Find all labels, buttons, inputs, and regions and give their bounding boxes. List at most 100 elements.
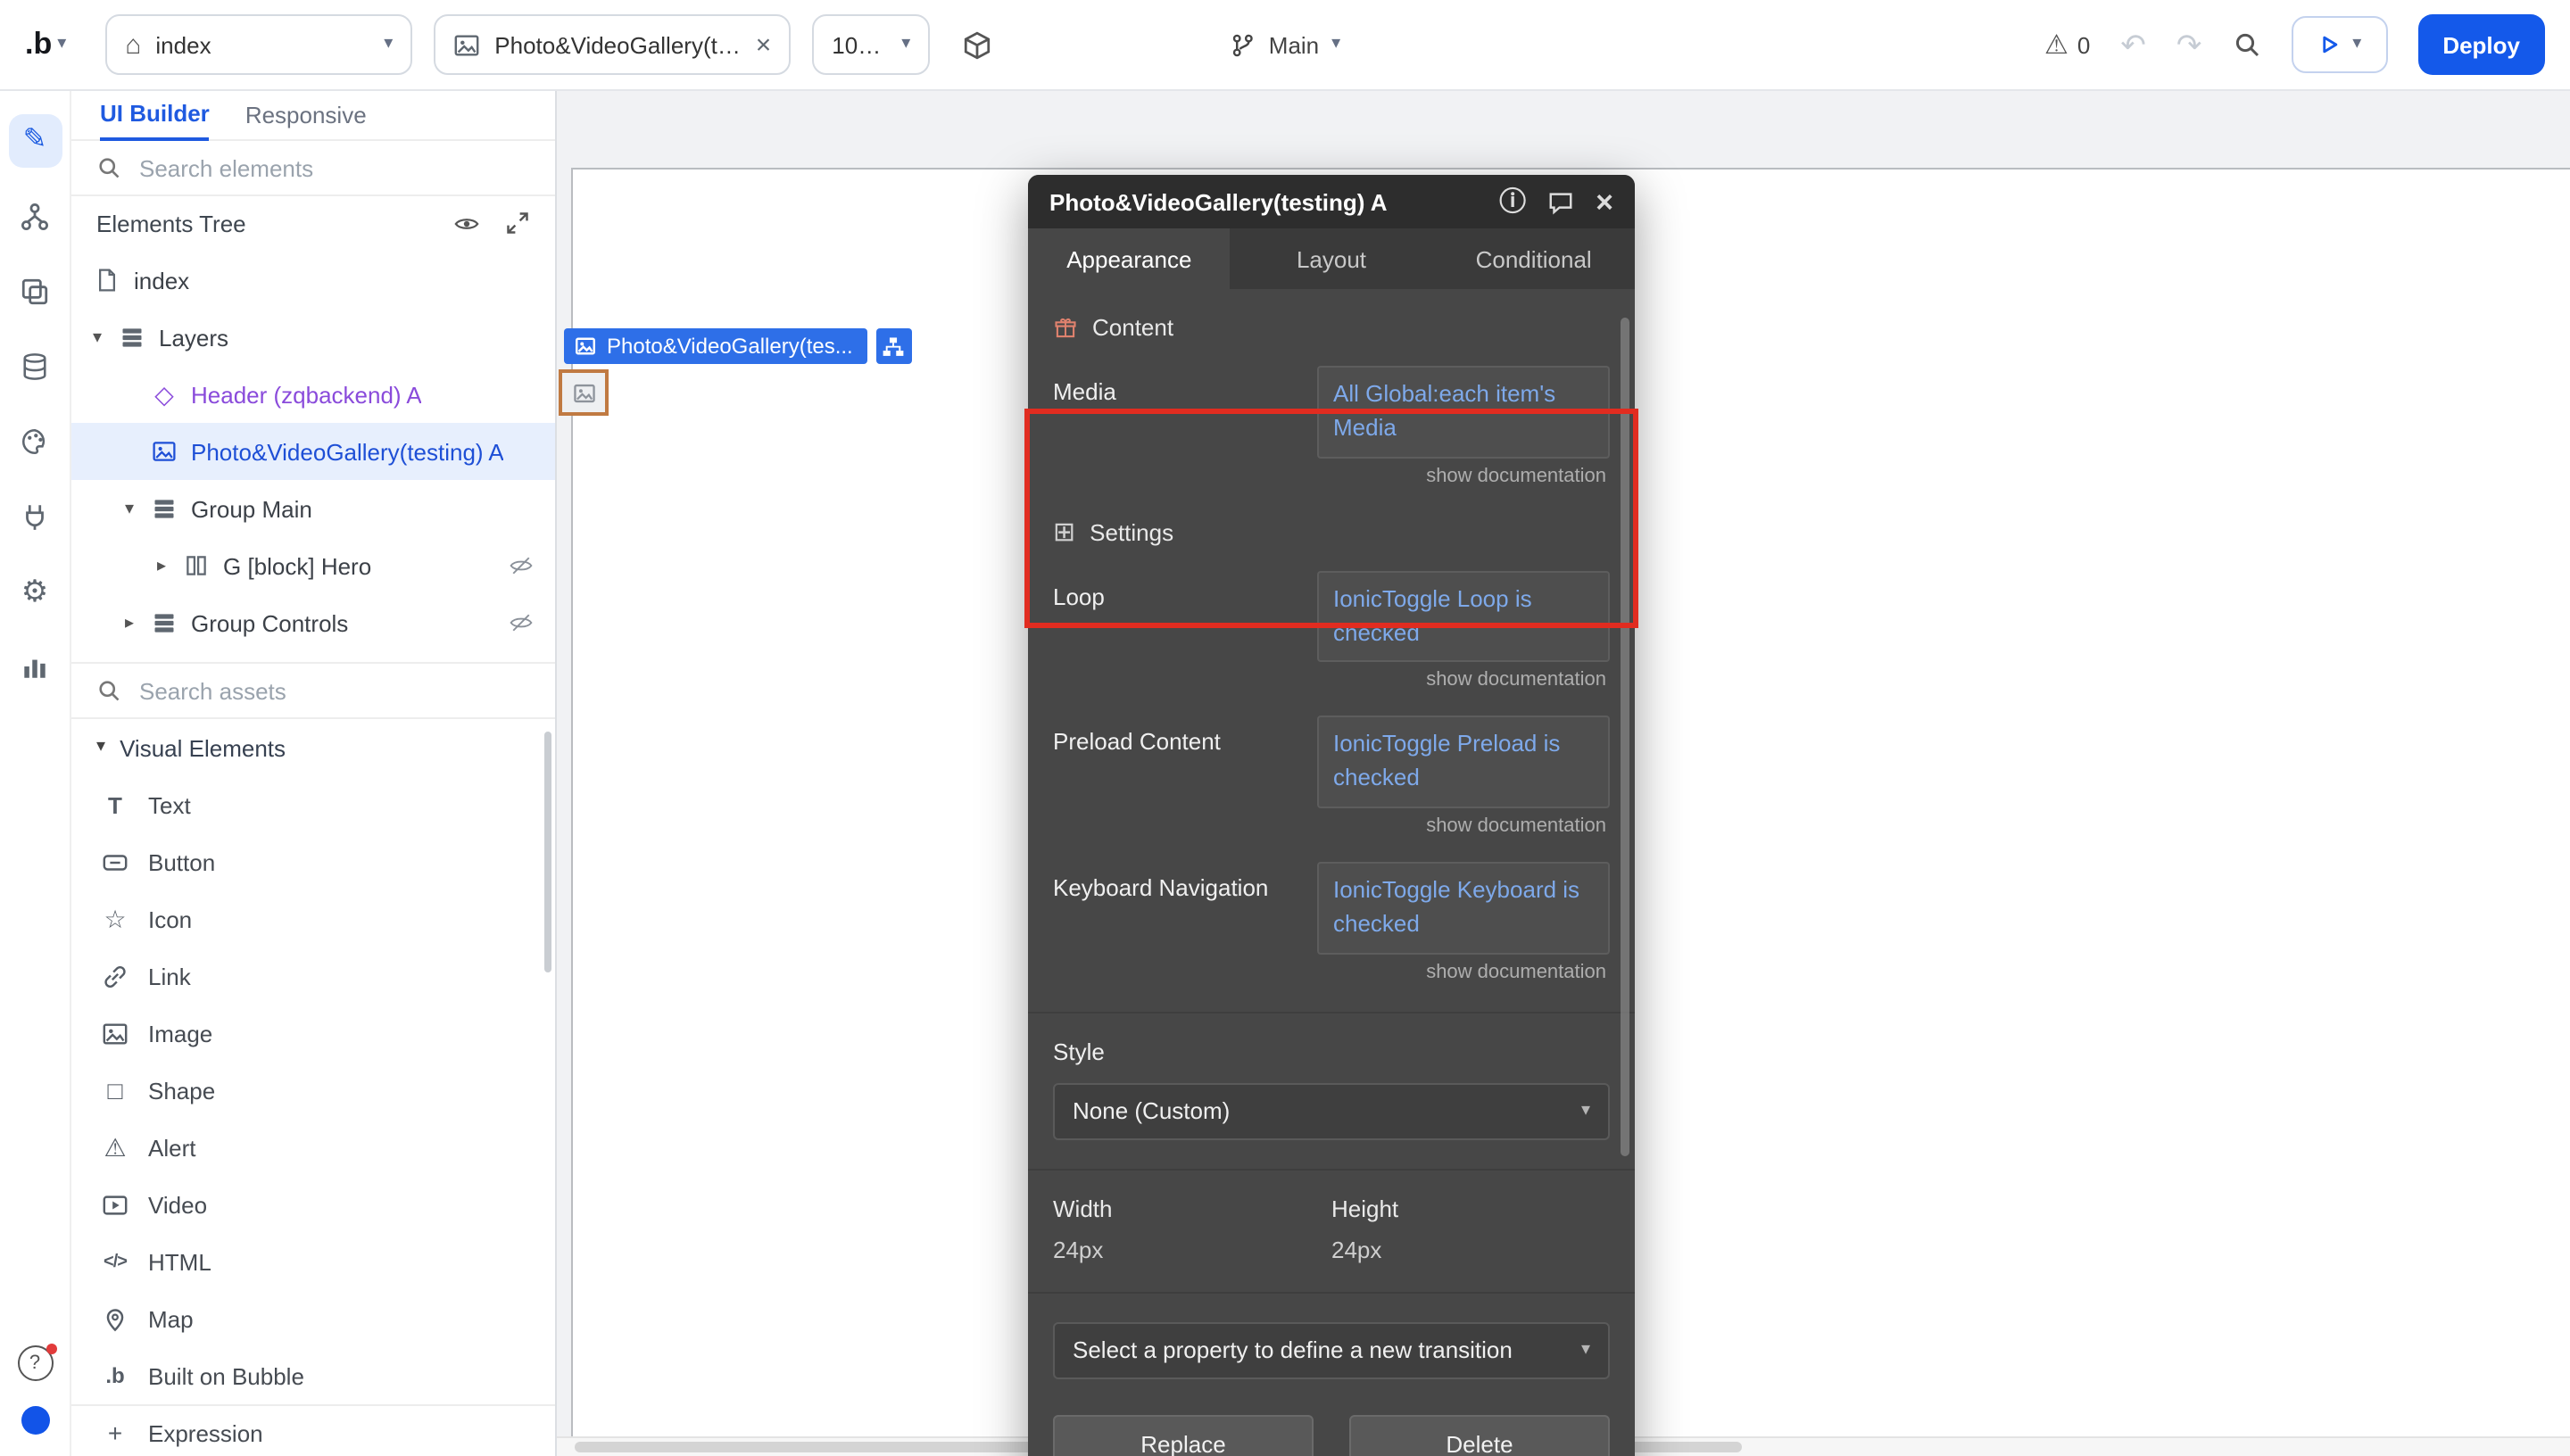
branch-selector[interactable]: Main ▾	[1230, 31, 1340, 58]
tab-appearance[interactable]: Appearance	[1028, 228, 1231, 289]
search-assets-input[interactable]	[136, 675, 530, 706]
preload-label: Preload Content	[1053, 716, 1317, 808]
tree-item-group-controls[interactable]: ▸ Group Controls	[71, 594, 555, 651]
show-documentation-link[interactable]: show documentation	[1028, 458, 1635, 486]
show-documentation-link[interactable]: show documentation	[1028, 955, 1635, 983]
style-dropdown[interactable]: None (Custom) ▾	[1053, 1083, 1610, 1140]
user-avatar[interactable]	[21, 1406, 49, 1435]
info-icon[interactable]: ⓘ	[1499, 188, 1526, 215]
tab-responsive[interactable]: Responsive	[245, 102, 367, 139]
tree-item-g-block-hero[interactable]: ▸ G [block] Hero	[71, 537, 555, 594]
tree-item-group-main[interactable]: ▾ Group Main	[71, 480, 555, 537]
undo-icon[interactable]: ↶	[2120, 29, 2146, 60]
issues-indicator[interactable]: ⚠ 0	[2044, 29, 2090, 61]
code-icon: </>	[100, 1252, 130, 1271]
branch-label: Main	[1269, 31, 1319, 58]
chevron-down-icon[interactable]: ▾	[125, 499, 150, 518]
palette-item-shape[interactable]: □ Shape	[71, 1062, 555, 1119]
element-tab[interactable]: Photo&VideoGallery(testin... ×	[434, 14, 791, 75]
palette-item-text[interactable]: T Text	[71, 776, 555, 833]
pages-tab-button[interactable]	[8, 264, 62, 318]
tab-ui-builder[interactable]: UI Builder	[100, 100, 210, 141]
property-editor-titlebar[interactable]: Photo&VideoGallery(testing) A ⓘ ×	[1028, 175, 1635, 228]
selected-element-label: Photo&VideoGallery(tes...	[607, 334, 853, 359]
bubble-logo-menu[interactable]: .b ▾	[25, 27, 66, 62]
settings-tab-button[interactable]: ⚙	[8, 564, 62, 617]
show-documentation-link[interactable]: show documentation	[1028, 663, 1635, 691]
warning-icon: ⚠	[2044, 29, 2068, 61]
delete-button[interactable]: Delete	[1349, 1415, 1610, 1456]
help-button[interactable]: ?	[17, 1345, 53, 1381]
selected-element-chip[interactable]: Photo&VideoGallery(tes...	[564, 328, 867, 364]
preview-button[interactable]: ▾	[2291, 16, 2387, 73]
chevron-right-icon[interactable]: ▸	[125, 613, 150, 633]
keyboard-label: Keyboard Navigation	[1053, 862, 1317, 954]
zoom-dropdown[interactable]: 100% ▾	[812, 14, 930, 75]
pencil-icon: ✎	[23, 127, 47, 155]
loop-value-box[interactable]: IonicToggle Loop is checked	[1317, 570, 1610, 662]
hidden-eye-icon[interactable]	[509, 610, 534, 635]
redo-icon[interactable]: ↷	[2176, 29, 2202, 60]
top-bar: .b ▾ ⌂ index ▾ Photo&VideoGallery(testin…	[0, 0, 2570, 91]
palette-item-built-on-bubble[interactable]: .b Built on Bubble	[71, 1347, 555, 1404]
design-tab-button[interactable]: ✎	[8, 114, 62, 168]
text-icon: T	[100, 791, 130, 818]
chevron-right-icon[interactable]: ▸	[157, 556, 182, 575]
expression-label: Expression	[148, 1419, 263, 1446]
palette-item-video[interactable]: Video	[71, 1176, 555, 1233]
photo-gallery-element[interactable]	[559, 369, 609, 416]
expand-icon[interactable]	[505, 211, 530, 237]
add-expression-button[interactable]: + Expression	[71, 1404, 555, 1456]
component-library-icon[interactable]	[962, 29, 992, 60]
palette-item-icon[interactable]: ☆ Icon	[71, 890, 555, 947]
popup-scrollbar[interactable]	[1621, 318, 1629, 1156]
tree-item-label: Group Controls	[191, 609, 348, 636]
data-tab-button[interactable]	[8, 339, 62, 393]
palette-item-button[interactable]: Button	[71, 833, 555, 890]
comment-icon[interactable]	[1547, 188, 1574, 215]
search-elements-input[interactable]	[136, 153, 530, 183]
visual-elements-header[interactable]: ▾ Visual Elements	[71, 719, 555, 776]
group-icon	[150, 610, 178, 635]
panel-tabs: UI Builder Responsive	[71, 89, 555, 141]
transition-dropdown[interactable]: Select a property to define a new transi…	[1053, 1322, 1610, 1379]
eye-icon[interactable]	[453, 211, 480, 237]
property-editor: Photo&VideoGallery(testing) A ⓘ × Appear…	[1028, 175, 1635, 1456]
hidden-eye-icon[interactable]	[509, 553, 534, 578]
tree-item-index[interactable]: index	[71, 252, 555, 309]
panel-scrollbar[interactable]	[544, 732, 551, 972]
tree-item-photo-video-gallery[interactable]: Photo&VideoGallery(testing) A	[71, 423, 555, 480]
tab-conditional[interactable]: Conditional	[1432, 228, 1635, 289]
deploy-button[interactable]: Deploy	[2417, 14, 2545, 75]
tab-layout[interactable]: Layout	[1231, 228, 1433, 289]
keyboard-value-box[interactable]: IonicToggle Keyboard is checked	[1317, 862, 1610, 954]
logs-tab-button[interactable]	[8, 639, 62, 692]
plugins-tab-button[interactable]	[8, 489, 62, 542]
loop-row: Loop IonicToggle Loop is checked	[1028, 570, 1635, 662]
palette-item-map[interactable]: Map	[71, 1290, 555, 1347]
height-value: 24px	[1331, 1237, 1610, 1263]
preload-value-box[interactable]: IonicToggle Preload is checked	[1317, 716, 1610, 808]
tree-item-header[interactable]: ◇ Header (zqbackend) A	[71, 366, 555, 423]
replace-button[interactable]: Replace	[1053, 1415, 1314, 1456]
content-section-title: Content	[1092, 314, 1173, 341]
palette-item-image[interactable]: Image	[71, 1005, 555, 1062]
close-icon[interactable]: ×	[1596, 186, 1613, 217]
transition-placeholder: Select a property to define a new transi…	[1073, 1337, 1513, 1364]
element-tree-shortcut-button[interactable]	[876, 328, 912, 364]
tree-item-label: G [block] Hero	[223, 552, 371, 579]
styles-tab-button[interactable]	[8, 414, 62, 467]
page-selector-dropdown[interactable]: ⌂ index ▾	[105, 14, 412, 75]
chevron-down-icon: ▾	[1331, 36, 1340, 54]
video-icon	[100, 1191, 130, 1218]
close-icon[interactable]: ×	[756, 31, 772, 58]
media-value-box[interactable]: All Global:each item's Media	[1317, 366, 1610, 458]
search-icon[interactable]	[2232, 30, 2260, 59]
tree-item-layers[interactable]: ▾ Layers	[71, 309, 555, 366]
palette-item-html[interactable]: </> HTML	[71, 1233, 555, 1290]
palette-item-link[interactable]: Link	[71, 947, 555, 1005]
palette-item-alert[interactable]: ⚠ Alert	[71, 1119, 555, 1176]
show-documentation-link[interactable]: show documentation	[1028, 808, 1635, 837]
chevron-down-icon[interactable]: ▾	[93, 327, 118, 347]
workflow-tab-button[interactable]	[8, 189, 62, 243]
